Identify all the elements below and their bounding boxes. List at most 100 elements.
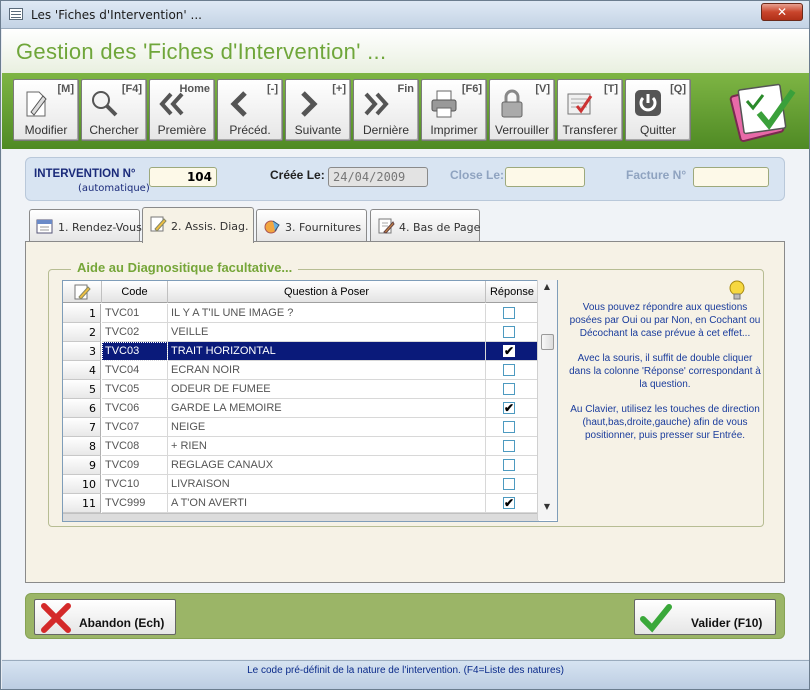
question-cell[interactable]: + RIEN [168,437,486,456]
reponse-cell[interactable] [486,304,539,323]
col-header-reponse[interactable]: Réponse [486,281,539,303]
col-header-question[interactable]: Question à Poser [168,281,486,303]
last-button[interactable]: Fin Dernière [353,79,419,141]
previous-button[interactable]: [-] Précéd. [217,79,283,141]
reponse-checkbox[interactable] [503,342,515,360]
reponse-cell[interactable] [486,361,539,380]
first-icon [159,92,184,116]
scroll-thumb[interactable] [541,334,554,350]
scroll-up-icon[interactable]: ▲ [538,282,556,298]
tab-fournitures[interactable]: 3. Fournitures [256,209,367,241]
question-cell[interactable]: REGLAGE CANAUX [168,456,486,475]
reponse-cell[interactable] [486,323,539,342]
valider-button[interactable]: Valider (F10) [634,599,776,635]
table-row[interactable]: 8 TVC08 + RIEN [63,437,539,456]
verrouiller-button[interactable]: [V] Verrouiller [489,79,555,141]
question-cell[interactable]: ODEUR DE FUMEE [168,380,486,399]
row-number[interactable]: 7 [63,418,101,437]
table-row[interactable]: 1 TVC01 IL Y A T'IL UNE IMAGE ? [63,304,539,323]
table-row[interactable]: 3 TVC03 TRAIT HORIZONTAL [63,342,539,361]
quitter-button[interactable]: [Q] Quitter [625,79,691,141]
question-cell[interactable]: LIVRAISON [168,475,486,494]
row-number[interactable]: 8 [63,437,101,456]
question-cell[interactable]: IL Y A T'IL UNE IMAGE ? [168,304,486,323]
diag-question-table[interactable]: Code Question à Poser Réponse 1 TVC01 IL Y… [62,280,558,522]
row-number[interactable]: 2 [63,323,101,342]
abandon-button[interactable]: Abandon (Ech) [34,599,176,635]
row-number[interactable]: 1 [63,304,101,323]
reponse-cell[interactable] [486,380,539,399]
row-number[interactable]: 11 [63,494,101,513]
code-cell[interactable]: TVC08 [102,437,168,456]
code-cell[interactable]: TVC05 [102,380,168,399]
table-row[interactable]: 5 TVC05 ODEUR DE FUMEE [63,380,539,399]
tab-rendez-vous[interactable]: 1. Rendez-Vous [29,209,142,241]
reponse-checkbox[interactable] [503,494,515,512]
reponse-cell[interactable] [486,342,539,361]
transferer-button[interactable]: [T] Transferer [557,79,623,141]
table-row[interactable]: 2 TVC02 VEILLE [63,323,539,342]
table-row[interactable]: 11 TVC999 A T'ON AVERTI [63,494,539,513]
code-cell[interactable]: TVC07 [102,418,168,437]
row-number[interactable]: 9 [63,456,101,475]
reponse-cell[interactable] [486,399,539,418]
reponse-checkbox[interactable] [503,421,515,433]
code-cell[interactable]: TVC01 [102,304,168,323]
reponse-checkbox[interactable] [503,478,515,490]
col-header-code[interactable]: Code [102,281,168,303]
row-number[interactable]: 4 [63,361,101,380]
horizontal-scrollbar[interactable] [63,513,539,521]
reponse-checkbox[interactable] [503,326,515,338]
reponse-cell[interactable] [486,437,539,456]
table-row[interactable]: 6 TVC06 GARDE LA MEMOIRE [63,399,539,418]
facture-number-field[interactable] [693,167,769,187]
reponse-cell[interactable] [486,418,539,437]
close-button[interactable]: ✕ [761,3,803,21]
reponse-cell[interactable] [486,494,539,513]
app-icon [9,8,23,20]
reponse-checkbox[interactable] [503,364,515,376]
reponse-cell[interactable] [486,456,539,475]
question-cell[interactable]: GARDE LA MEMOIRE [168,399,486,418]
question-cell[interactable]: NEIGE [168,418,486,437]
reponse-checkbox[interactable] [503,459,515,471]
reponse-checkbox[interactable] [503,383,515,395]
row-number[interactable]: 6 [63,399,101,418]
code-cell[interactable]: TVC03 [102,342,168,361]
checkmark-icon [640,604,672,633]
tab-assis-diag[interactable]: 2. Assis. Diag. [142,207,254,243]
premiere-button[interactable]: Home Première [149,79,215,141]
table-row[interactable]: 7 TVC07 NEIGE [63,418,539,437]
reponse-checkbox[interactable] [503,399,515,417]
creee-date-field[interactable]: 24/04/2009 [328,167,428,187]
code-cell[interactable]: TVC999 [102,494,168,513]
question-cell[interactable]: VEILLE [168,323,486,342]
scroll-down-icon[interactable]: ▼ [538,502,556,518]
code-cell[interactable]: TVC02 [102,323,168,342]
imprimer-button[interactable]: [F6] Imprimer [421,79,487,141]
code-cell[interactable]: TVC06 [102,399,168,418]
table-row[interactable]: 10 TVC10 LIVRAISON [63,475,539,494]
table-row[interactable]: 9 TVC09 REGLAGE CANAUX [63,456,539,475]
vertical-scrollbar[interactable]: ▲ ▼ [537,280,557,520]
reponse-checkbox[interactable] [503,440,515,452]
next-button[interactable]: [+] Suivante [285,79,351,141]
code-cell[interactable]: TVC04 [102,361,168,380]
question-cell[interactable]: TRAIT HORIZONTAL [168,342,486,361]
intervention-number-field[interactable]: 104 [149,167,217,187]
row-number[interactable]: 3 [63,342,101,361]
close-date-field[interactable] [505,167,585,187]
reponse-checkbox[interactable] [503,307,515,319]
row-number[interactable]: 10 [63,475,101,494]
reponse-cell[interactable] [486,475,539,494]
chercher-button[interactable]: [F4] Chercher [81,79,147,141]
code-cell[interactable]: TVC10 [102,475,168,494]
question-cell[interactable]: ECRAN NOIR [168,361,486,380]
question-cell[interactable]: A T'ON AVERTI [168,494,486,513]
table-row[interactable]: 4 TVC04 ECRAN NOIR [63,361,539,380]
tab-bas-de-page[interactable]: 4. Bas de Page [370,209,480,241]
modifier-button[interactable]: [M] Modifier [13,79,79,141]
app-window: Les 'Fiches d'Intervention' ... ✕ Gestio… [0,0,810,690]
row-number[interactable]: 5 [63,380,101,399]
code-cell[interactable]: TVC09 [102,456,168,475]
